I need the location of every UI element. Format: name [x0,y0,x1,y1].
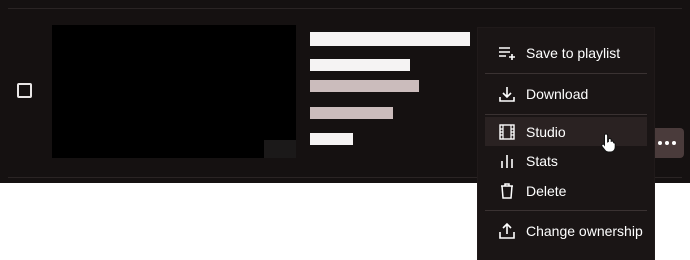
row-divider-top [8,8,682,9]
share-upload-icon [498,222,516,240]
more-dot-icon [672,141,676,145]
duration-overlay [264,140,296,158]
select-checkbox[interactable] [17,83,32,98]
menu-item-label: Change ownership [526,223,643,239]
playlist-add-icon [498,44,516,62]
hand-pointer-cursor-icon [601,133,616,153]
channel-name-placeholder [310,59,410,71]
video-options-menu: Save to playlist Download Studio Stats D… [478,28,654,260]
menu-divider [485,210,647,211]
film-icon [498,123,516,141]
video-title-placeholder[interactable] [310,32,470,46]
menu-item-label: Stats [526,153,558,169]
more-dot-icon [658,141,662,145]
menu-item-label: Download [526,86,589,102]
menu-item-save-to-playlist[interactable]: Save to playlist [485,34,647,72]
bar-chart-icon [498,152,516,170]
menu-item-change-ownership[interactable]: Change ownership [485,212,647,250]
more-options-button[interactable] [650,128,684,158]
menu-item-stats[interactable]: Stats [485,146,647,176]
video-date-placeholder [310,107,393,119]
menu-divider [485,114,647,115]
menu-item-studio[interactable]: Studio [485,117,647,146]
trash-icon [498,182,516,200]
video-meta-placeholder [310,80,419,92]
menu-divider [485,73,647,74]
more-dot-icon [665,141,669,145]
menu-item-label: Delete [526,183,567,199]
menu-item-label: Studio [526,123,566,140]
download-icon [498,85,516,103]
video-thumbnail[interactable] [52,25,296,158]
menu-item-delete[interactable]: Delete [485,176,647,206]
menu-item-label: Save to playlist [526,45,621,61]
video-privacy-placeholder [310,133,353,145]
menu-item-download[interactable]: Download [485,75,647,113]
